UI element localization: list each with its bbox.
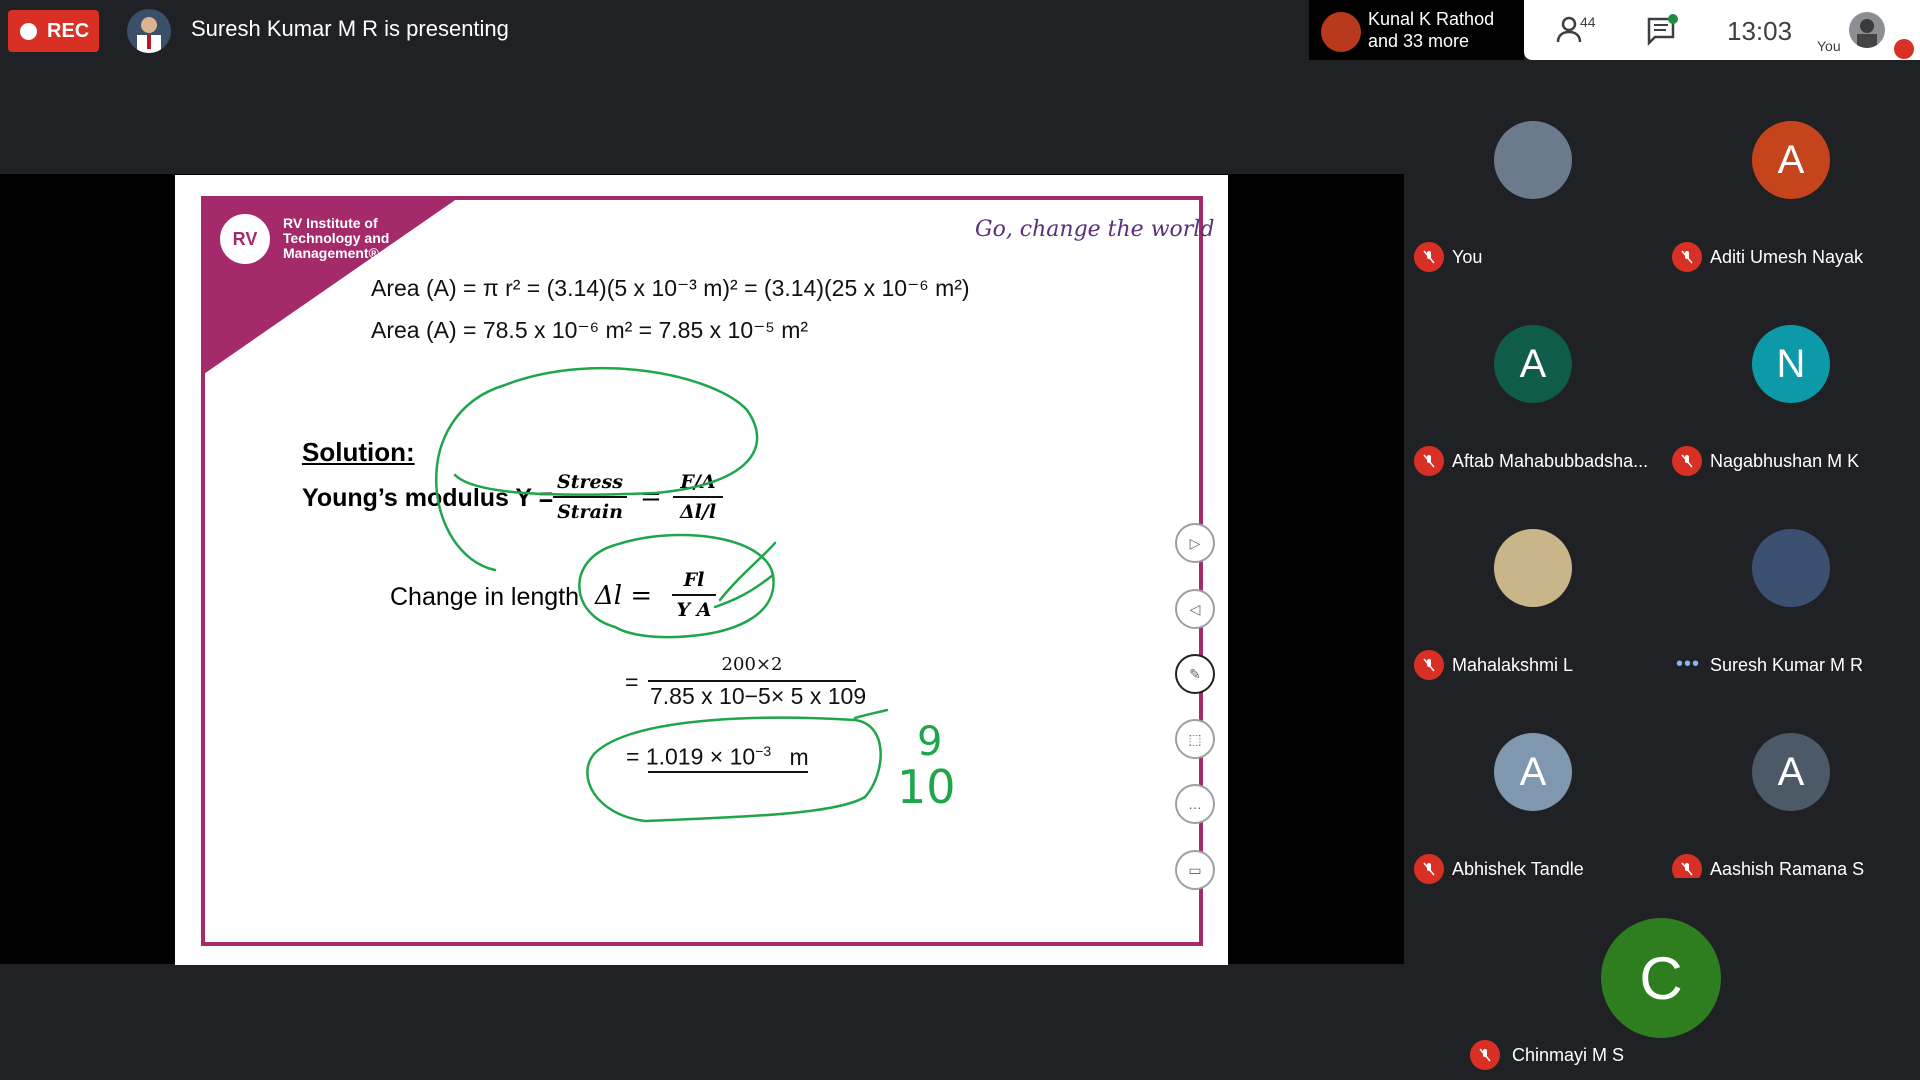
meeting-clock: 13:03	[1727, 16, 1793, 46]
active-speakers-chip[interactable]: Kunal K Rathod and 33 more	[1309, 0, 1524, 60]
participant-avatar: A	[1752, 733, 1830, 811]
participant-name: You	[1452, 247, 1483, 267]
mic-off-icon	[1672, 242, 1702, 272]
recording-badge: REC	[8, 10, 99, 52]
participant-name: Abhishek Tandle	[1452, 859, 1584, 879]
more-options-button[interactable]: …	[1175, 784, 1215, 824]
mic-off-icon	[1672, 446, 1702, 476]
participant-tile[interactable]: ••• Suresh Kumar M R	[1662, 488, 1920, 692]
participant-avatar: A	[1752, 121, 1830, 199]
self-avatar[interactable]	[1849, 12, 1885, 48]
solution-heading: Solution:	[302, 437, 415, 467]
participant-grid: You A Aditi Umesh Nayak A Aftab Mahabubbadsh…	[1404, 60, 1920, 884]
participant-name: Aditi Umesh Nayak	[1710, 247, 1864, 267]
stress-text: Stress	[557, 471, 623, 493]
fraction-bar	[648, 680, 856, 682]
participant-tile-large[interactable]: C Chinmayi M S	[1460, 878, 1862, 1080]
mic-off-icon	[1414, 242, 1444, 272]
speaker-name: Kunal K Rathod	[1368, 9, 1495, 29]
speaker-avatar	[1321, 12, 1361, 52]
fl-denominator: Y A	[676, 599, 712, 621]
fa-denominator: Δl/l	[679, 501, 717, 523]
delta-l-symbol: Δl =	[595, 581, 653, 611]
change-in-length-label: Change in length	[390, 583, 580, 611]
participant-name: Aashish Ramana S	[1710, 859, 1865, 879]
fraction-bar	[673, 496, 723, 498]
pen-tool-button[interactable]: ✎	[1175, 654, 1215, 694]
participant-name: Suresh Kumar M R	[1710, 655, 1864, 675]
participant-name: Nagabhushan M K	[1710, 451, 1860, 471]
mic-off-icon	[1414, 650, 1444, 680]
others-count: and 33 more	[1368, 31, 1470, 51]
participant-avatar: A	[1494, 733, 1572, 811]
participant-avatar	[1494, 121, 1572, 199]
fraction-bar	[672, 594, 716, 596]
calc-numerator: 200×2	[721, 654, 783, 675]
fraction-bar	[553, 496, 627, 498]
record-dot-icon	[20, 22, 37, 40]
mic-off-icon	[1894, 39, 1914, 59]
fl-fraction: Fl Y A	[672, 569, 716, 621]
slide-tagline: Go, change the world	[975, 217, 1215, 242]
participant-tile[interactable]: A Aditi Umesh Nayak	[1662, 80, 1920, 284]
result-text: = 1.019 × 10	[626, 743, 756, 770]
presenting-status: Suresh Kumar M R is presenting	[191, 16, 509, 41]
fa-fraction: F/A Δl/l	[673, 471, 723, 523]
fl-numerator: Fl	[683, 569, 705, 591]
equals-sign: =	[625, 669, 639, 695]
meeting-controls-bar: 44 13:03 You	[1524, 0, 1920, 60]
select-tool-button[interactable]: ⬚	[1175, 719, 1215, 759]
participant-tile[interactable]: N Nagabhushan M K	[1662, 284, 1920, 488]
calc-denominator: 7.85 x 10−5× 5 x 109	[650, 683, 867, 709]
fa-numerator: F/A	[680, 471, 716, 493]
previous-slide-button[interactable]: ◁	[1175, 589, 1215, 629]
participant-avatar: A	[1494, 325, 1572, 403]
participant-avatar	[1494, 529, 1572, 607]
result-unit: m	[789, 743, 809, 770]
self-view-label: You	[1817, 38, 1841, 54]
area-equation-1: Area (A) = π r² = (3.14)(5 x 10⁻³ m)² = …	[371, 275, 970, 301]
participant-name: Chinmayi M S	[1512, 1045, 1625, 1065]
present-screen-button[interactable]: ▭	[1175, 850, 1215, 890]
youngs-modulus-label: Young’s modulus Y =	[302, 484, 554, 512]
people-count-badge: 44	[1580, 14, 1596, 30]
participant-avatar	[1752, 529, 1830, 607]
mic-off-icon	[1414, 446, 1444, 476]
participant-tile[interactable]: A Abhishek Tandle	[1404, 692, 1662, 896]
speaking-indicator-icon: •••	[1676, 653, 1701, 675]
rec-label: REC	[47, 19, 90, 42]
participant-tile[interactable]: A Aashish Ramana S	[1662, 692, 1920, 896]
presenter-avatar	[127, 9, 171, 53]
participant-tile[interactable]: A Aftab Mahabubbadsha...	[1404, 284, 1662, 488]
participant-avatar: N	[1752, 325, 1830, 403]
chat-notification-dot	[1668, 14, 1678, 24]
mic-off-icon	[1470, 1040, 1500, 1070]
stage-bottom-area	[0, 964, 1404, 1080]
next-slide-button[interactable]: ▷	[1175, 523, 1215, 563]
participant-avatar: C	[1601, 918, 1721, 1038]
result-value: = 1.019 × 10−3 m	[626, 743, 809, 771]
mic-off-icon	[1414, 854, 1444, 884]
participant-tile[interactable]: You	[1404, 80, 1662, 284]
strain-text: Strain	[557, 501, 623, 523]
participant-name: Mahalakshmi L	[1452, 655, 1574, 675]
area-equation-2: Area (A) = 78.5 x 10⁻⁶ m² = 7.85 x 10⁻⁵ …	[371, 317, 809, 343]
presentation-slide: RV RV Institute of Technology and Manage…	[175, 175, 1228, 965]
participant-tile[interactable]: Mahalakshmi L	[1404, 488, 1662, 692]
participant-name: Aftab Mahabubbadsha...	[1452, 451, 1649, 471]
result-underline	[648, 771, 808, 773]
equals-sign: =	[640, 482, 662, 512]
result-exponent: −3	[755, 743, 772, 759]
stress-strain-fraction: Stress Strain	[553, 471, 627, 523]
